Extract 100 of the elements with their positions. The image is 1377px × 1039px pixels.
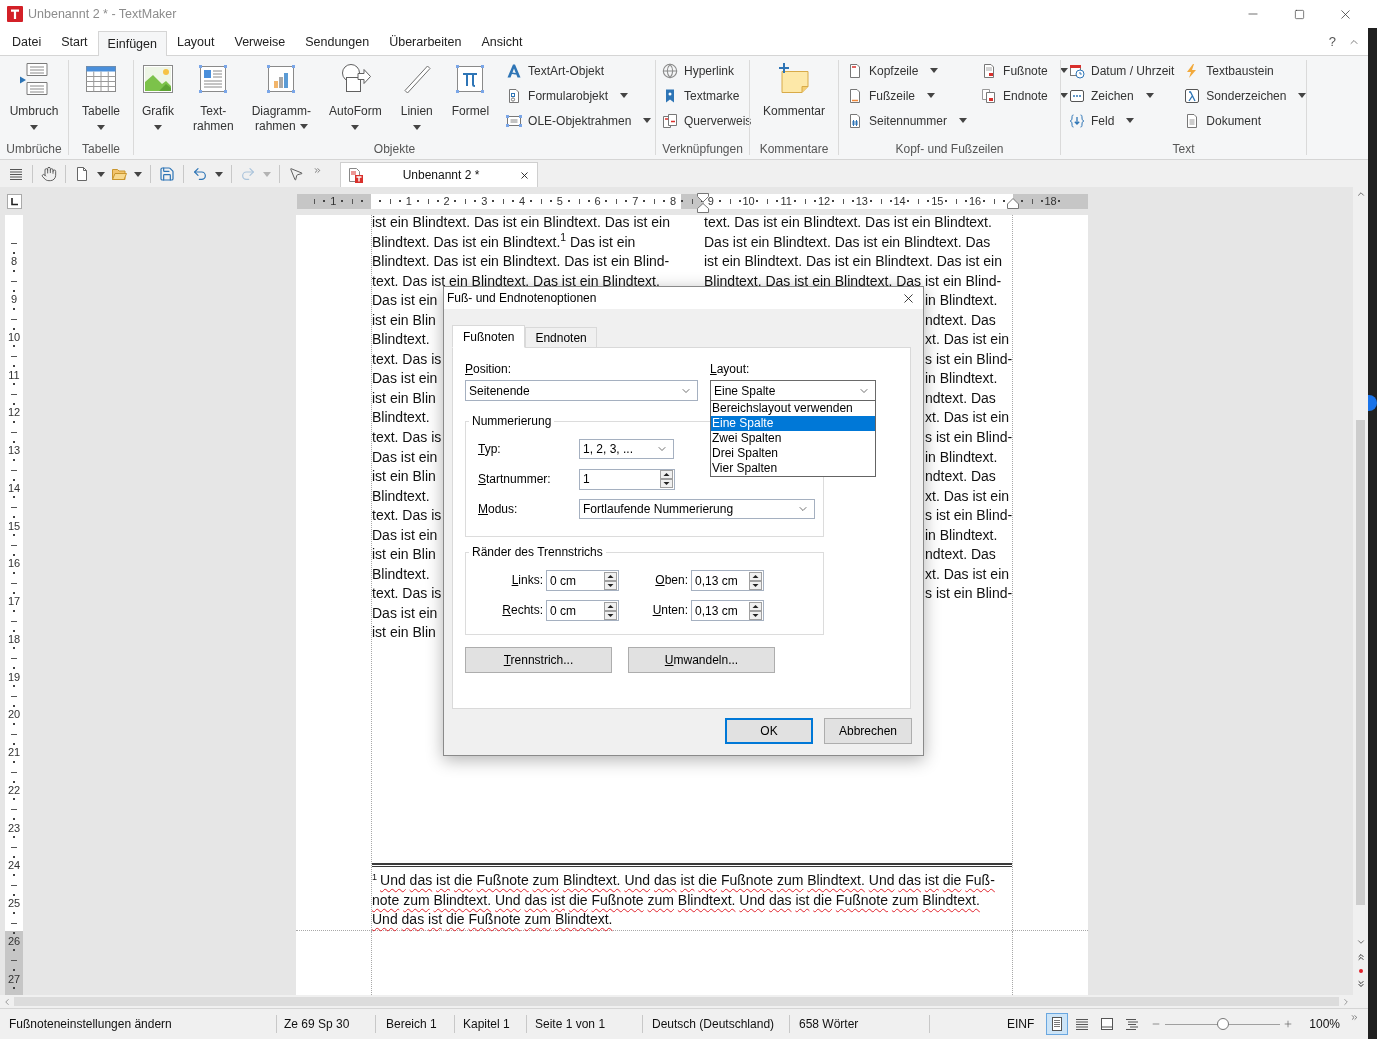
hand-icon[interactable] [41,166,57,182]
spin-arrows-icon[interactable] [604,601,617,620]
spin-field[interactable]: 0 cm [546,600,619,621]
caret-icon[interactable] [643,118,652,123]
caret-icon[interactable] [134,171,142,177]
dropdown-option[interactable]: Bereichslayout verwenden [711,401,875,416]
caret-icon[interactable] [97,171,105,177]
caret-icon[interactable] [959,118,968,123]
spin-field[interactable]: 0,13 cm [691,570,764,591]
spin-arrows-icon[interactable] [604,571,617,590]
ribbon-button[interactable]: Sonderzeichen [1181,83,1310,108]
ribbon-button[interactable]: Dokument [1181,108,1310,133]
new-document-icon[interactable] [74,166,90,182]
ribbon-button[interactable]: Diagramm- rahmen [247,58,316,134]
ribbon-button[interactable]: Formel [447,58,494,119]
next-page-icon[interactable] [1355,979,1366,989]
dialog-button[interactable]: Trennstrich... [465,647,612,673]
lines-icon[interactable] [8,166,24,182]
text-line: Blindtext. [372,409,430,426]
ribbon-button[interactable]: Zeichen [1066,83,1178,108]
ok-button[interactable]: OK [725,718,813,744]
spin-arrows-icon[interactable] [749,571,762,590]
caret-icon[interactable] [1145,93,1154,98]
dropdown-option[interactable]: Eine Spalte [711,416,875,431]
spin-field[interactable]: 0 cm [546,570,619,591]
caret-icon[interactable] [930,68,939,73]
ribbon-button[interactable]: Seitennummer [844,108,971,133]
dialog-tab[interactable]: Endnoten [525,327,597,347]
indent-marker-icon[interactable] [1007,197,1019,209]
previous-page-icon[interactable] [1355,952,1366,962]
ribbon-button[interactable]: Text- rahmen [189,58,238,134]
caret-icon[interactable] [1298,93,1307,98]
ruler-tick [13,780,15,783]
spin-field[interactable]: 1 [579,468,675,490]
document-tab[interactable]: Unbenannt 2 * [340,162,538,187]
menu-tab[interactable]: Sendungen [295,30,380,55]
close-icon[interactable] [519,169,530,181]
menu-tab[interactable]: Start [51,30,98,55]
ribbon-button[interactable]: Hyperlink [659,58,755,83]
column-marker-icon[interactable] [697,192,709,213]
ruler-number: 22 [7,784,21,796]
caret-icon[interactable] [1126,118,1135,123]
ribbon-button[interactable]: Linien [395,58,438,130]
tab-stop-icon[interactable] [7,193,22,209]
ribbon-button[interactable]: Kopfzeile [844,58,971,83]
caret-icon[interactable] [30,125,38,130]
app-logo-icon [7,6,23,22]
text-line: ndtext. Das [925,389,996,406]
select-field[interactable]: Fortlaufende Nummerierung [579,499,815,519]
caret-icon[interactable] [351,125,360,130]
dialog-button[interactable]: Umwandeln... [628,647,775,673]
pointer-icon[interactable] [288,166,304,182]
ribbon-button[interactable]: AutoForm [325,58,386,130]
ribbon-button[interactable]: TextArt-Objekt [503,58,655,83]
slider-thumb[interactable] [1216,1018,1229,1030]
select-field[interactable]: Eine Spalte [710,380,876,401]
ribbon-button[interactable]: Feld [1066,108,1178,133]
dialog-tab[interactable]: Fußnoten [452,325,526,348]
caret-icon[interactable] [97,125,105,130]
scrollbar-thumb[interactable] [1356,420,1365,905]
save-icon[interactable] [159,166,175,182]
caret-icon[interactable] [299,124,308,129]
caret-icon[interactable] [412,125,421,130]
menu-tab[interactable]: Datei [2,30,52,55]
ribbon-button[interactable]: Fußzeile [844,83,971,108]
menu-tab[interactable]: Layout [166,30,225,55]
dropdown-option[interactable]: Zwei Spalten [711,431,875,446]
caret-icon[interactable] [1059,93,1068,98]
caret-icon[interactable] [215,171,223,177]
undo-icon[interactable] [192,166,208,182]
dropdown-option[interactable]: Drei Spalten [711,446,875,461]
view-button[interactable] [1046,1013,1069,1035]
zoom-slider[interactable] [1165,1018,1281,1030]
select-field[interactable]: Seitenende [465,380,698,401]
ribbon-button[interactable]: Kommentar [759,58,829,119]
menu-tab[interactable]: Überarbeiten [379,30,472,55]
ribbon-button[interactable]: Umbruch [5,58,63,130]
caret-icon[interactable] [1059,68,1068,73]
calendar-clock-icon [1069,62,1085,79]
dialog-button[interactable]: Abbrechen [824,718,912,744]
dropdown-option[interactable]: Vier Spalten [711,461,875,476]
ribbon-button[interactable]: Tabelle [78,58,124,130]
caret-icon[interactable] [154,125,162,130]
menu-tab[interactable]: Ansicht [471,30,533,55]
spin-arrows-icon[interactable] [749,601,762,620]
ruler-tick [398,199,401,202]
menu-tab[interactable]: Einfügen [97,31,167,56]
menu-tab[interactable]: Verweise [224,30,296,55]
ribbon-button[interactable]: Textbaustein [1181,58,1310,83]
spin-field[interactable]: 0,13 cm [691,600,764,621]
ribbon-button[interactable]: OLE-Objektrahmen [503,108,655,133]
status-text: Bereich 1 [386,1016,437,1033]
ribbon-button[interactable]: Grafik [137,58,179,130]
caret-icon[interactable] [927,93,935,98]
help-button[interactable]: ? [1328,31,1336,51]
select-field[interactable]: 1, 2, 3, ... [579,439,674,459]
caret-icon[interactable] [620,93,629,98]
ribbon-button[interactable]: Formularobjekt [503,83,655,108]
ribbon-button[interactable]: Datum / Uhrzeit [1066,58,1178,83]
spin-arrows-icon[interactable] [660,470,673,488]
